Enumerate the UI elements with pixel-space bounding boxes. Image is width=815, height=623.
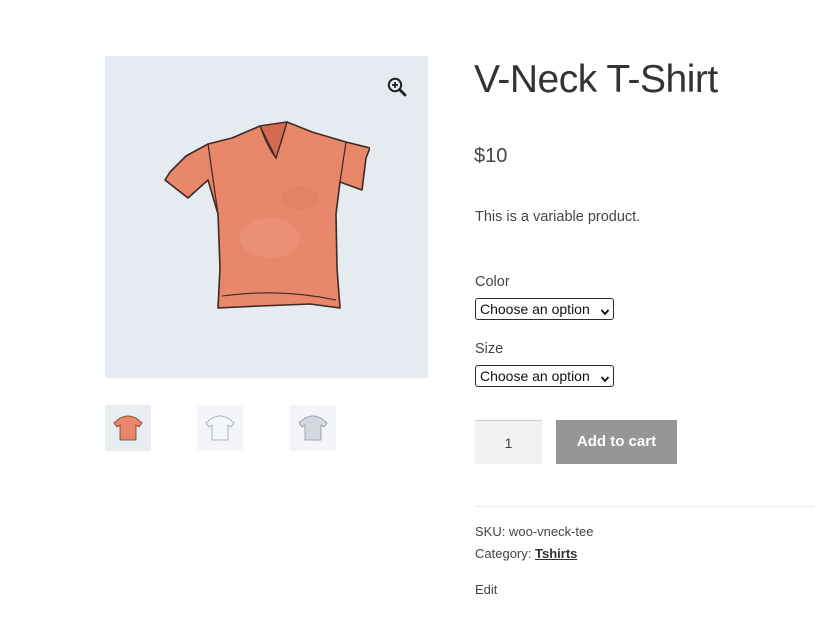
sku-value: woo-vneck-tee (508, 524, 594, 539)
product-image[interactable] (105, 56, 428, 378)
chevron-down-icon (600, 304, 610, 320)
size-select-value: Choose an option (480, 368, 590, 384)
product-title: V-Neck T-Shirt (474, 58, 718, 101)
thumbnail-orange[interactable] (105, 405, 151, 451)
product-description: This is a variable product. (475, 209, 641, 225)
category-label: Category: (475, 546, 532, 561)
size-select[interactable]: Choose an option (475, 365, 614, 387)
thumbnail-white[interactable] (197, 405, 243, 451)
product-price: $10 (474, 145, 508, 167)
edit-link[interactable]: Edit (475, 582, 497, 597)
color-select[interactable]: Choose an option (475, 298, 614, 320)
sku-label: SKU: (475, 524, 506, 539)
category-link[interactable]: Tshirts (535, 546, 577, 561)
thumbnail-grey[interactable] (290, 405, 336, 451)
size-label: Size (475, 341, 504, 357)
category-line: Category: Tshirts (475, 546, 577, 561)
zoom-icon[interactable] (386, 76, 408, 98)
quantity-input[interactable]: 1 (475, 420, 542, 464)
chevron-down-icon (600, 371, 610, 387)
divider (475, 506, 815, 507)
color-select-value: Choose an option (480, 301, 590, 317)
add-to-cart-button[interactable]: Add to cart (556, 420, 677, 464)
tshirt-illustration (160, 118, 371, 323)
sku-line: SKU: woo-vneck-tee (475, 524, 594, 539)
color-label: Color (475, 274, 510, 290)
